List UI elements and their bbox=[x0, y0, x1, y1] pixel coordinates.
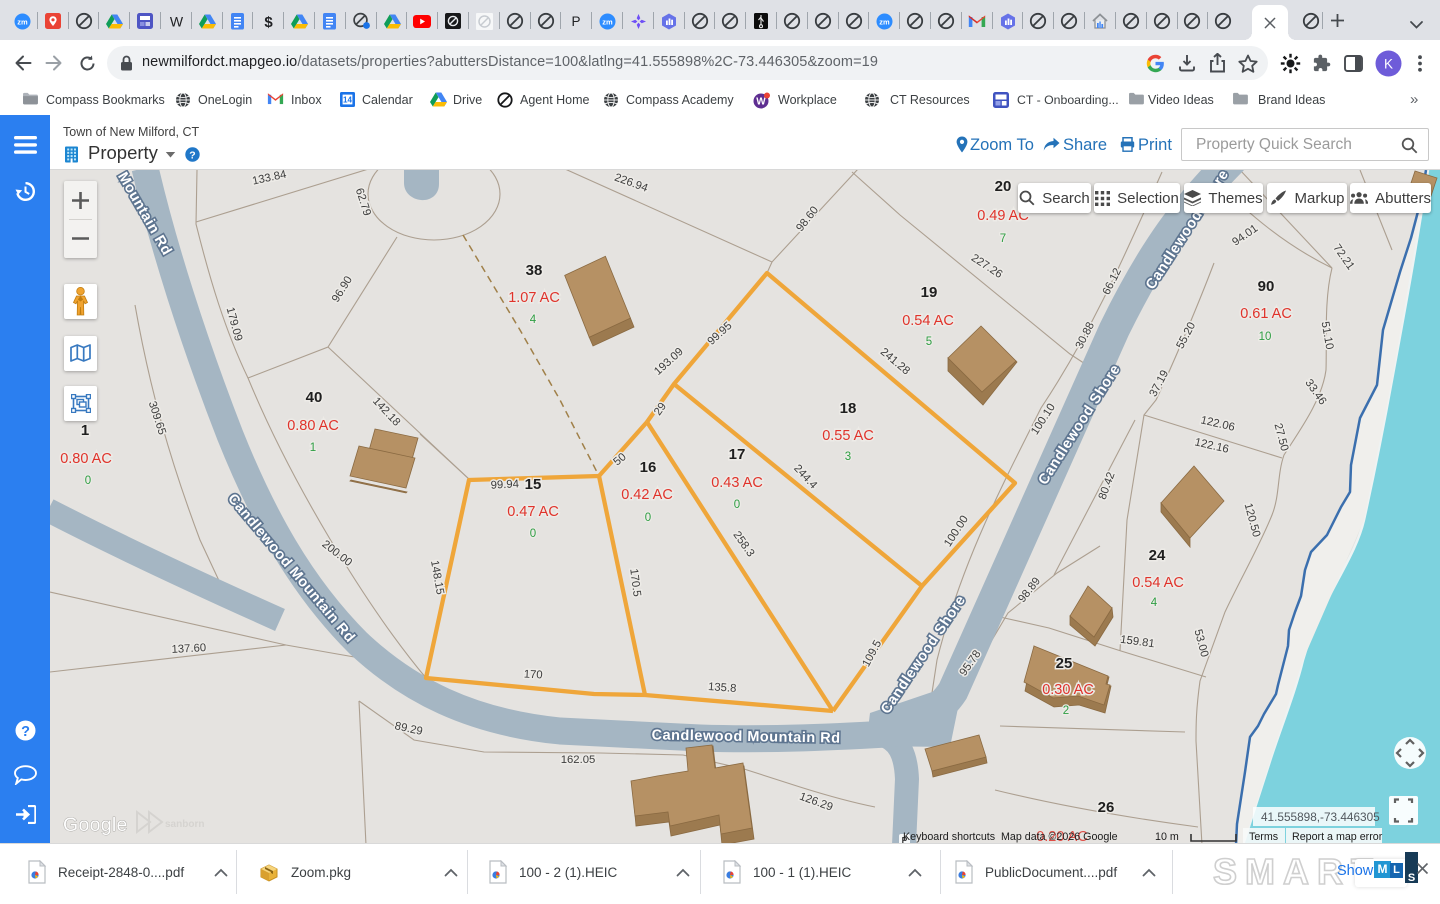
svg-text:P: P bbox=[571, 14, 580, 29]
svg-text:25: 25 bbox=[1056, 655, 1073, 672]
svg-text:0: 0 bbox=[645, 512, 651, 524]
svg-text:zm: zm bbox=[17, 17, 28, 26]
svg-text:19: 19 bbox=[921, 284, 938, 301]
svg-text:10 m: 10 m bbox=[1155, 831, 1179, 843]
svg-text:zm: zm bbox=[879, 17, 890, 26]
svg-text:0.42 AC: 0.42 AC bbox=[621, 487, 673, 503]
svg-text:Keyboard shortcuts: Keyboard shortcuts bbox=[903, 831, 995, 843]
svg-text:K: K bbox=[1383, 56, 1392, 71]
svg-text:162.05: 162.05 bbox=[561, 754, 596, 766]
svg-text:$: $ bbox=[264, 13, 273, 29]
svg-text:3: 3 bbox=[845, 451, 851, 463]
svg-text:4: 4 bbox=[1151, 597, 1158, 609]
svg-text:zm: zm bbox=[602, 17, 613, 26]
svg-text:?: ? bbox=[189, 149, 195, 161]
svg-text:10: 10 bbox=[1259, 331, 1272, 343]
svg-text:0: 0 bbox=[85, 475, 91, 487]
svg-text:0.80 AC: 0.80 AC bbox=[287, 418, 339, 434]
svg-text:15: 15 bbox=[525, 476, 542, 493]
svg-text:0.61 AC: 0.61 AC bbox=[1240, 306, 1292, 322]
svg-text:Terms: Terms bbox=[1249, 831, 1278, 843]
svg-text:24: 24 bbox=[1149, 547, 1166, 564]
svg-text:170: 170 bbox=[523, 669, 542, 682]
svg-text:2: 2 bbox=[1063, 705, 1069, 717]
svg-text:38: 38 bbox=[526, 262, 543, 279]
svg-text:5: 5 bbox=[926, 336, 932, 348]
svg-text:?: ? bbox=[21, 724, 30, 740]
svg-text:sanborn: sanborn bbox=[165, 819, 204, 830]
svg-text:0: 0 bbox=[530, 528, 536, 540]
svg-text:1: 1 bbox=[81, 422, 89, 439]
svg-text:99.94: 99.94 bbox=[490, 478, 519, 491]
svg-text:Google: Google bbox=[63, 814, 128, 836]
svg-text:1.07 AC: 1.07 AC bbox=[508, 290, 560, 306]
svg-text:Candlewood Mountain Rd: Candlewood Mountain Rd bbox=[651, 727, 840, 746]
svg-text:Map data ©2026 Google: Map data ©2026 Google bbox=[1001, 831, 1118, 843]
svg-text:W: W bbox=[169, 14, 183, 29]
svg-text:0.43 AC: 0.43 AC bbox=[711, 475, 763, 491]
svg-text:0.54 AC: 0.54 AC bbox=[1132, 575, 1184, 591]
svg-text:135.8: 135.8 bbox=[708, 681, 737, 695]
svg-text:0.54 AC: 0.54 AC bbox=[902, 313, 954, 329]
svg-text:W: W bbox=[756, 97, 766, 108]
svg-text:41.555898,-73.446305: 41.555898,-73.446305 bbox=[1261, 810, 1380, 824]
svg-text:18: 18 bbox=[840, 400, 857, 417]
svg-text:4: 4 bbox=[530, 314, 537, 326]
svg-text:0.80 AC: 0.80 AC bbox=[60, 451, 112, 467]
svg-text:14: 14 bbox=[343, 96, 352, 105]
svg-text:0.47 AC: 0.47 AC bbox=[507, 504, 559, 520]
svg-text:40: 40 bbox=[306, 389, 323, 406]
svg-text:0: 0 bbox=[734, 499, 740, 511]
svg-text:137.60: 137.60 bbox=[171, 642, 206, 656]
svg-text:90: 90 bbox=[1258, 278, 1275, 295]
svg-text:0.55 AC: 0.55 AC bbox=[822, 428, 874, 444]
svg-text:1: 1 bbox=[310, 442, 316, 454]
svg-text:0.30 AC: 0.30 AC bbox=[1042, 682, 1094, 698]
svg-text:17: 17 bbox=[729, 446, 746, 463]
svg-text:16: 16 bbox=[640, 459, 657, 476]
svg-text:Report a map error: Report a map error bbox=[1292, 831, 1383, 843]
svg-text:7: 7 bbox=[1000, 233, 1006, 245]
svg-text:20: 20 bbox=[995, 178, 1012, 195]
svg-text:26: 26 bbox=[1098, 799, 1115, 816]
